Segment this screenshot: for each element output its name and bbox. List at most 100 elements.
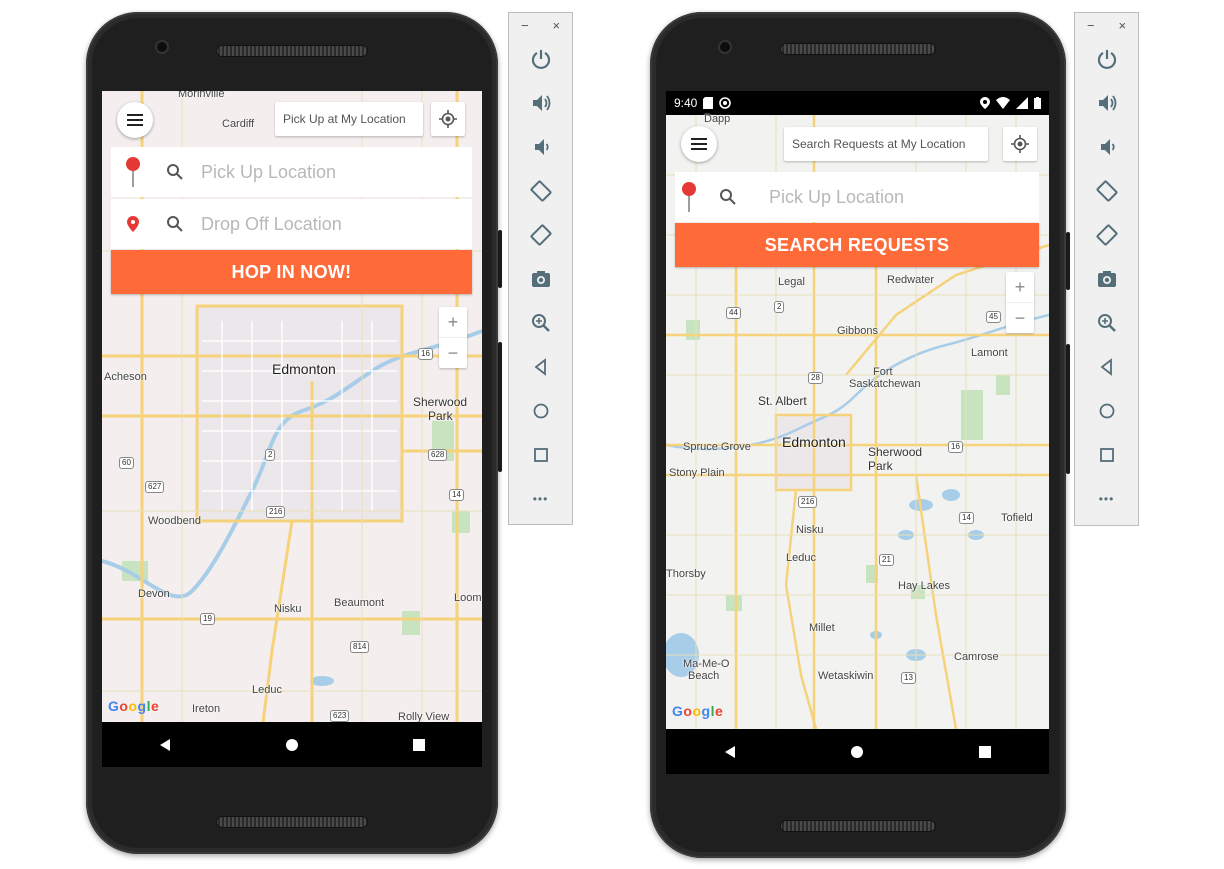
zoom-out-button[interactable]: − — [1006, 302, 1034, 333]
power-button[interactable] — [1075, 41, 1138, 77]
zoom-in-button[interactable]: + — [1006, 272, 1034, 302]
zoom-out-button[interactable]: − — [439, 337, 467, 368]
pickup-location-field[interactable]: Pick Up Location — [675, 172, 1039, 222]
emulator-toolbar-right: − × ••• — [1074, 12, 1139, 526]
more-button[interactable]: ••• — [509, 481, 572, 517]
zoom-icon — [531, 314, 550, 332]
volume-up-button[interactable] — [1075, 85, 1138, 121]
highway-shield: 628 — [428, 449, 448, 461]
close-button[interactable]: × — [1118, 18, 1126, 33]
map-label: Nisku — [274, 603, 302, 615]
home-icon — [533, 403, 548, 419]
rotate-right-button[interactable] — [1075, 217, 1138, 253]
signal-icon — [1016, 97, 1028, 109]
more-button[interactable]: ••• — [1075, 481, 1138, 517]
map-label: Lamont — [971, 347, 1008, 359]
map-marker-icon — [111, 216, 155, 232]
back-triangle-icon — [724, 745, 735, 758]
zoom-controls: + − — [439, 307, 467, 368]
rotate-left-button[interactable] — [509, 173, 572, 209]
side-button-volume — [1066, 344, 1070, 474]
volume-down-button[interactable] — [1075, 129, 1138, 165]
status-time: 9:40 — [674, 96, 698, 110]
more-icon: ••• — [1098, 492, 1115, 506]
rotate-right-icon — [1096, 224, 1117, 246]
home-button[interactable] — [1075, 393, 1138, 429]
volume-down-button[interactable] — [509, 129, 572, 165]
hamburger-icon — [691, 138, 707, 150]
highway-shield: 16 — [418, 348, 433, 360]
pickup-placeholder: Pick Up Location — [201, 161, 337, 182]
map-label: Hay Lakes — [898, 580, 950, 592]
rotate-left-button[interactable] — [1075, 173, 1138, 209]
nav-back-button[interactable] — [715, 737, 745, 767]
menu-button[interactable] — [681, 126, 717, 162]
back-icon — [1100, 358, 1112, 376]
nav-home-button[interactable] — [842, 737, 872, 767]
camera-icon — [1097, 271, 1116, 287]
status-bar: 9:40 — [666, 91, 1049, 115]
battery-icon — [1034, 97, 1041, 109]
home-button[interactable] — [509, 393, 572, 429]
my-location-button[interactable] — [431, 102, 465, 136]
red-pin-icon — [111, 156, 155, 188]
back-button[interactable] — [509, 349, 572, 385]
map-label: Nisku — [796, 524, 824, 536]
minimize-button[interactable]: − — [1087, 18, 1095, 33]
minimize-button[interactable]: − — [521, 18, 529, 33]
highway-shield: 2 — [774, 301, 785, 313]
highway-shield: 814 — [350, 641, 370, 653]
search-requests-at-my-location-button[interactable]: Search Requests at My Location — [784, 127, 988, 161]
close-button[interactable]: × — [552, 18, 560, 33]
nav-back-button[interactable] — [150, 730, 180, 760]
overview-button[interactable] — [1075, 437, 1138, 473]
camera-icon — [531, 271, 550, 287]
map-label: Acheson — [104, 371, 147, 383]
map-label: Saskatchewan — [849, 378, 921, 390]
map-label: Ma-Me-O — [683, 658, 730, 670]
dropoff-location-field[interactable]: Drop Off Location — [111, 199, 472, 249]
screenshot-button[interactable] — [509, 261, 572, 297]
sd-card-icon — [703, 97, 714, 109]
zoom-in-button[interactable]: + — [439, 307, 467, 337]
volume-up-button[interactable] — [509, 85, 572, 121]
search-requests-button[interactable]: SEARCH REQUESTS — [675, 223, 1039, 267]
dropoff-placeholder: Drop Off Location — [201, 213, 342, 234]
nav-recents-button[interactable] — [404, 730, 434, 760]
pickup-at-my-location-button[interactable]: Pick Up at My Location — [275, 102, 423, 136]
map-label: Legal — [778, 276, 805, 288]
location-chip-label: Pick Up at My Location — [283, 112, 406, 126]
red-pin-icon — [675, 181, 703, 213]
volume-down-icon — [534, 139, 549, 155]
back-button[interactable] — [1075, 349, 1138, 385]
screenshot-button[interactable] — [1075, 261, 1138, 297]
front-camera — [720, 42, 730, 52]
map-label: Spruce Grove — [683, 441, 751, 453]
my-location-button[interactable] — [1003, 127, 1037, 161]
zoom-button[interactable] — [1075, 305, 1138, 341]
map-label: Tofield — [1001, 512, 1033, 524]
highway-shield: 16 — [948, 441, 963, 453]
power-icon — [1097, 50, 1116, 70]
crosshair-icon — [439, 110, 457, 128]
search-icon — [155, 163, 195, 181]
map-label: Gibbons — [837, 325, 878, 337]
nav-recents-button[interactable] — [970, 737, 1000, 767]
hop-in-now-button[interactable]: HOP IN NOW! — [111, 250, 472, 294]
nav-home-button[interactable] — [277, 730, 307, 760]
map-label: Millet — [809, 622, 835, 634]
rotate-left-icon — [1096, 180, 1117, 202]
home-icon — [1099, 403, 1114, 419]
overview-button[interactable] — [509, 437, 572, 473]
pickup-location-field[interactable]: Pick Up Location — [111, 147, 472, 197]
menu-button[interactable] — [117, 102, 153, 138]
zoom-button[interactable] — [509, 305, 572, 341]
map-label: Sherwood — [413, 395, 468, 409]
bottom-speaker — [216, 816, 368, 828]
map-label: Ireton — [192, 703, 221, 715]
highway-shield: 14 — [959, 512, 974, 524]
map-label: Fort — [873, 366, 893, 378]
home-circle-icon — [851, 745, 864, 758]
rotate-right-button[interactable] — [509, 217, 572, 253]
power-button[interactable] — [509, 41, 572, 77]
